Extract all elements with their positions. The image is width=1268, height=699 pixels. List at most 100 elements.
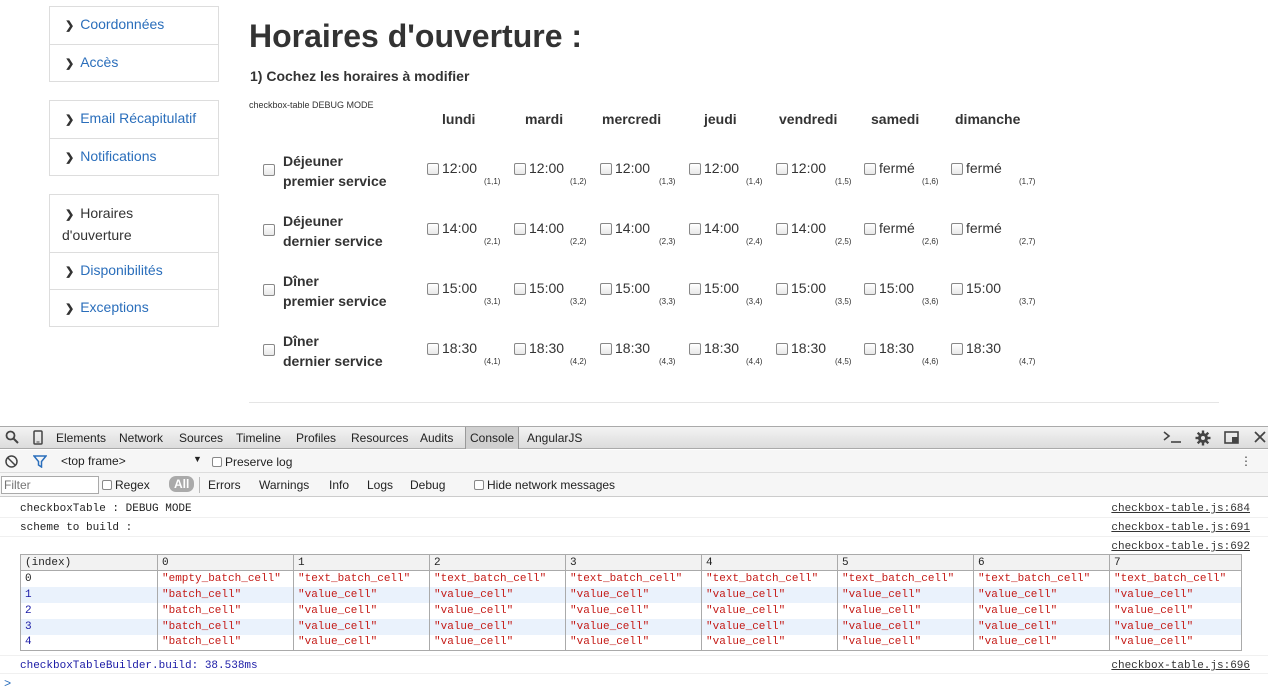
row-checkbox[interactable] [263,224,275,236]
cell-checkbox[interactable] [776,223,788,235]
table-header-cell[interactable]: 7 [1109,554,1242,571]
level-debug[interactable]: Debug [410,478,445,492]
table-cell: "value_cell" [973,618,1110,635]
table-header-row: (index) 0 1 2 3 4 5 6 7 [20,554,1242,571]
sidebar-item-horaires[interactable]: ❯ Horaires d'ouverture [50,195,218,252]
tab-network[interactable]: Network [119,431,163,445]
table-cell: "text_batch_cell" [429,570,566,587]
table-header-cell[interactable]: 1 [293,554,430,571]
sidebar-item-disponibilites[interactable]: ❯ Disponibilités [50,252,218,289]
cell-checkbox[interactable] [951,343,963,355]
clear-console-icon[interactable] [5,455,18,471]
cell-checkbox[interactable] [514,163,526,175]
cell-value: 18:30 [966,340,1002,356]
cell-checkbox[interactable] [864,163,876,175]
console-prompt[interactable]: > [4,677,11,691]
console-timing-text: checkboxTableBuilder.build: 38.538ms [20,660,258,672]
level-errors[interactable]: Errors [208,478,241,492]
frame-select[interactable]: <top frame> ▼ [61,454,206,468]
table-header-cell[interactable]: 0 [157,554,294,571]
cell-checkbox[interactable] [689,223,701,235]
table-header-cell[interactable]: 4 [701,554,838,571]
cell-checkbox[interactable] [427,343,439,355]
cell-checkbox[interactable] [689,343,701,355]
tab-angularjs[interactable]: AngularJS [527,431,582,445]
cell-checkbox[interactable] [951,283,963,295]
cell-checkbox[interactable] [864,223,876,235]
filter-icon[interactable] [32,455,48,471]
row-checkbox[interactable] [263,344,275,356]
table-cell: "batch_cell" [157,618,294,635]
level-logs[interactable]: Logs [367,478,393,492]
cell-checkbox[interactable] [514,283,526,295]
day-header: mercredi [602,111,662,127]
cell-checkbox[interactable] [689,163,701,175]
level-info[interactable]: Info [329,478,349,492]
level-all[interactable]: All [169,476,195,492]
cell-checkbox[interactable] [427,283,439,295]
close-icon[interactable] [1254,431,1266,446]
cell-checkbox[interactable] [776,163,788,175]
preserve-log-checkbox[interactable]: Preserve log [212,455,292,469]
console-source-link[interactable]: checkbox-table.js:696 [1111,660,1250,672]
tab-console[interactable]: Console [465,427,520,449]
cell-checkbox[interactable] [951,223,963,235]
cell-checkbox[interactable] [427,163,439,175]
row-checkbox[interactable] [263,164,275,176]
cell-value: 12:00 [791,160,827,176]
table-cell: "value_cell" [701,602,838,619]
sidebar-item-exceptions[interactable]: ❯ Exceptions [50,289,218,326]
cell-checkbox[interactable] [600,343,612,355]
row-checkbox[interactable] [263,284,275,296]
console-table: (index) 0 1 2 3 4 5 6 7 0 "empty_batch_cell" "text_… [20,554,1242,651]
table-header-cell[interactable]: 5 [837,554,974,571]
console-source-link[interactable]: checkbox-table.js:692 [1111,541,1250,553]
regex-checkbox[interactable]: Regex [102,478,150,492]
table-cell: "value_cell" [701,634,838,651]
tab-sources[interactable]: Sources [179,431,223,445]
day-header: mardi [525,111,564,127]
cell-checkbox[interactable] [600,223,612,235]
cell-checkbox[interactable] [600,163,612,175]
tab-elements[interactable]: Elements [56,431,106,445]
table-cell: 3 [20,618,158,635]
table-header-cell[interactable]: 6 [973,554,1110,571]
console-source-link[interactable]: checkbox-table.js:691 [1111,522,1250,534]
cell-checkbox[interactable] [514,223,526,235]
cell-checkbox[interactable] [427,223,439,235]
table-header-cell[interactable]: 3 [565,554,702,571]
table-header-cell[interactable]: 2 [429,554,566,571]
tab-profiles[interactable]: Profiles [296,431,336,445]
cell-checkbox[interactable] [776,343,788,355]
cell-checkbox[interactable] [776,283,788,295]
cell-index: (4,1) [484,357,501,366]
sidebar-item-notifications[interactable]: ❯ Notifications [50,138,218,175]
sidebar-item-coordonnees[interactable]: ❯ Coordonnées [50,7,218,44]
cell-checkbox[interactable] [514,343,526,355]
hide-network-checkbox[interactable]: Hide network messages [474,478,615,492]
console-drawer-icon[interactable] [1163,430,1183,447]
tab-resources[interactable]: Resources [351,431,408,445]
table-cell: "value_cell" [293,586,430,603]
tab-timeline[interactable]: Timeline [236,431,281,445]
tab-audits[interactable]: Audits [420,431,453,445]
cell-checkbox[interactable] [864,283,876,295]
devtools-panel: Elements Network Sources Timeline Profiles Re… [0,426,1268,699]
cell-checkbox[interactable] [689,283,701,295]
sidebar-item-acces[interactable]: ❯ Accès [50,44,218,81]
filter-input[interactable] [1,476,99,494]
level-warnings[interactable]: Warnings [259,478,309,492]
more-options-icon[interactable]: ⋮ [1240,454,1252,468]
table-cell: "value_cell" [1109,634,1242,651]
cell-value: 15:00 [704,280,740,296]
gear-icon[interactable] [1195,430,1211,449]
cell-checkbox[interactable] [864,343,876,355]
console-source-link[interactable]: checkbox-table.js:684 [1111,503,1250,515]
cell-checkbox[interactable] [600,283,612,295]
cell-checkbox[interactable] [951,163,963,175]
sidebar-item-email-recapitulatif[interactable]: ❯ Email Récapitulatif [50,101,218,138]
search-icon[interactable] [5,430,19,447]
dock-icon[interactable] [1224,431,1240,448]
table-header-cell[interactable]: (index) [20,554,158,571]
device-mode-icon[interactable] [33,430,43,448]
